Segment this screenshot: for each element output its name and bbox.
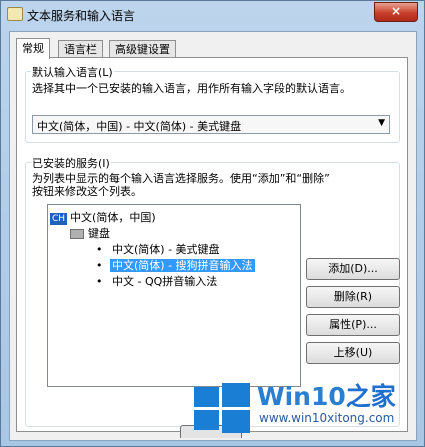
tab-language-bar[interactable]: 语言栏 (58, 40, 103, 58)
window-title: 文本服务和输入语言 (27, 9, 136, 23)
tree-bullet: • (96, 275, 103, 288)
keyboard-label: 键盘 (88, 227, 110, 240)
default-language-dropdown[interactable]: 中文(简体，中国) - 中文(简体) - 美式键盘 ▼ (32, 115, 390, 134)
installed-services-tree[interactable]: CH 中文(简体，中国) 键盘 • 中文(简体) - 美式键盘 • 中文(简体) … (47, 204, 301, 387)
move-up-button[interactable]: 上移(U) (306, 342, 400, 364)
dropdown-arrow-icon: ▼ (378, 118, 385, 128)
tree-node-language[interactable]: CH 中文(简体，中国) (50, 211, 156, 225)
default-language-label: 默认输入语言(L) (31, 64, 114, 80)
watermark-url: www.win10xitong.com (259, 411, 395, 425)
installed-services-label: 已安装的服务(I) (31, 155, 111, 171)
language-flag-icon: CH (50, 213, 68, 225)
language-label: 中文(简体，中国) (70, 211, 156, 224)
title-bar[interactable]: 文本服务和输入语言 × (1, 1, 424, 29)
folder-icon (7, 7, 23, 21)
tab-panel-general: 默认输入语言(L) 选择其中一个已安装的输入语言，用作所有输入字段的默认语言。 … (16, 57, 408, 432)
tree-item-label: 中文(简体) - 美式键盘 (112, 243, 220, 256)
tree-bullet: • (96, 259, 103, 272)
tree-item-sogou-pinyin[interactable]: • 中文(简体) - 搜狗拼音输入法 (96, 259, 255, 273)
watermark-title-accent: 之家 (345, 382, 396, 411)
tree-item-label: 中文 - QQ拼音输入法 (112, 275, 218, 288)
tree-node-keyboard[interactable]: 键盘 (70, 227, 110, 241)
properties-button[interactable]: 属性(P)... (306, 314, 400, 336)
tab-general[interactable]: 常规 (16, 38, 50, 59)
watermark-title: Win10之家 (257, 377, 396, 413)
dialog-window: 文本服务和输入语言 × 常规 语言栏 高级键设置 默认输入语言(L) 选择其中一… (0, 0, 425, 447)
close-button[interactable]: × (374, 2, 418, 22)
tree-item-us-keyboard[interactable]: • 中文(简体) - 美式键盘 (96, 243, 220, 257)
tab-advanced-key-settings[interactable]: 高级键设置 (109, 40, 176, 58)
remove-button[interactable]: 删除(R) (306, 286, 400, 308)
default-language-description: 选择其中一个已安装的输入语言，用作所有输入字段的默认语言。 (32, 82, 351, 95)
installed-services-description-2: 按钮来修改这个列表。 (32, 185, 142, 198)
tree-bullet: • (96, 243, 103, 256)
default-language-value: 中文(简体，中国) - 中文(简体) - 美式键盘 (37, 120, 242, 133)
watermark-title-main: Win10 (257, 382, 346, 411)
tree-item-qq-pinyin[interactable]: • 中文 - QQ拼音输入法 (96, 275, 217, 289)
windows-logo-icon (194, 381, 250, 433)
add-button[interactable]: 添加(D)... (306, 258, 400, 280)
keyboard-icon (70, 229, 84, 239)
tree-item-label: 中文(简体) - 搜狗拼音输入法 (110, 259, 255, 272)
